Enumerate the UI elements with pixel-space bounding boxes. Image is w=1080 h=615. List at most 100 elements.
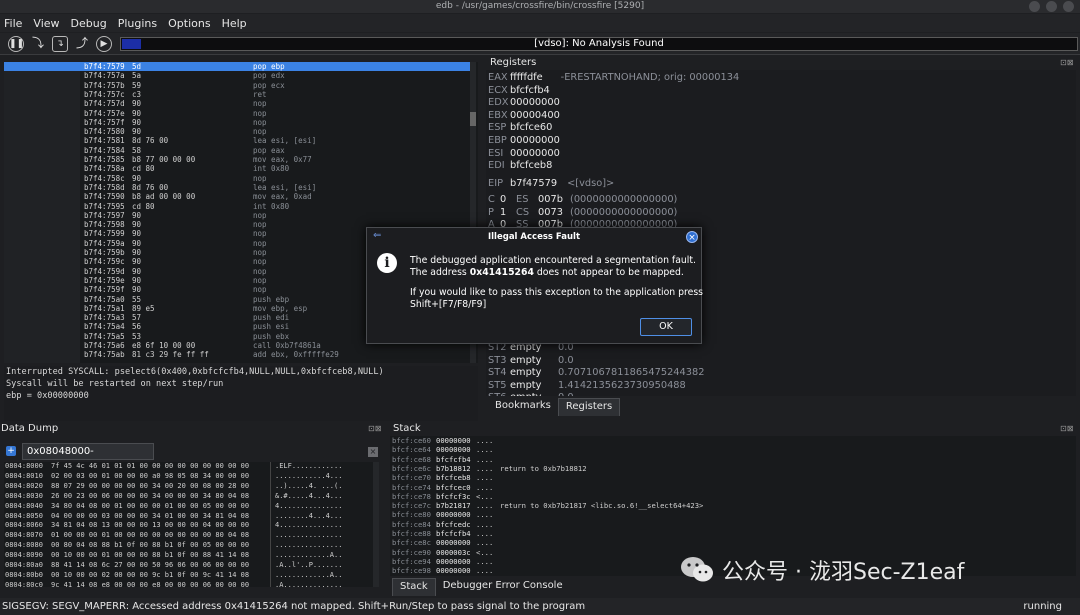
pause-icon[interactable]: ❚❚ <box>8 36 24 52</box>
stack-row[interactable]: bfcf:ce8c 00000000.... <box>392 538 1072 547</box>
disasm-instruction: push esi <box>253 322 290 332</box>
stack-row[interactable]: bfcf:ce78 bfcfcf3c <... <box>392 492 1072 501</box>
dump-row[interactable]: 0804:8030 26 00 23 00 06 00 00 00 34 00 0… <box>4 492 376 502</box>
tab-registers[interactable]: Registers <box>557 398 621 416</box>
stack-row[interactable]: bfcf:ce7c b7b21817.... return to 0xb7b2181… <box>392 501 1072 510</box>
stack-row[interactable]: bfcf:ce68 bfcfcfb4.... <box>392 455 1072 464</box>
dump-row[interactable]: 0804:8060 34 81 04 08 13 00 00 00 13 00 0… <box>4 521 376 531</box>
disasm-row[interactable]: b7f4:7590 b8 ad 00 00 00 mov eax, 0xad <box>4 192 471 201</box>
disasm-address: b7f4:757f <box>84 117 125 127</box>
register-row[interactable]: EBP 00000000 <box>488 135 578 147</box>
stack-row[interactable]: bfcf:ce60 00000000.... <box>392 436 1072 445</box>
register-row[interactable]: EDI bfcfceb8 <box>488 160 570 172</box>
close-tab-icon[interactable]: × <box>368 447 378 457</box>
disasm-row[interactable]: b7f4:758a cd 80 int 0x80 <box>4 164 471 173</box>
disasm-row[interactable]: b7f4:757d 90 nop <box>4 99 471 108</box>
register-row[interactable]: EBX 00000400 <box>488 110 578 122</box>
disasm-row[interactable]: b7f4:7597 90 nop <box>4 211 471 220</box>
register-name: EIP <box>488 178 503 189</box>
close-window-button[interactable] <box>1063 1 1074 12</box>
disasm-row[interactable]: b7f4:758c 90 nop <box>4 174 471 183</box>
disassembly-scroll-thumb[interactable] <box>470 112 476 126</box>
disasm-instruction: nop <box>253 238 267 248</box>
disasm-instruction: nop <box>253 275 267 285</box>
fpu-row[interactable]: ST3 empty 0.0 <box>488 355 574 367</box>
status-state: running <box>1023 601 1062 612</box>
menu-debug[interactable]: Debug <box>71 17 107 30</box>
menu-help[interactable]: Help <box>222 17 247 30</box>
data-dump-tab[interactable]: 0x08048000-0x08144000 <box>22 443 154 472</box>
register-row[interactable]: ECX bfcfcfb4 <box>488 85 568 97</box>
stack-row[interactable]: bfcf:ce88 bfcfcfb4.... <box>392 529 1072 538</box>
register-row[interactable]: ESP bfcfce60 <box>488 122 570 134</box>
add-tab-icon[interactable]: + <box>6 446 16 456</box>
disasm-row[interactable]: b7f4:7584 58 pop eax <box>4 146 471 155</box>
tab-debugger-error-console[interactable]: Debugger Error Console <box>436 578 570 596</box>
segment-base: (0000000000000000) <box>570 206 678 218</box>
register-row[interactable]: ESI 00000000 <box>488 148 578 160</box>
run-icon[interactable]: ▶ <box>96 36 112 52</box>
disasm-row[interactable]: b7f4:757a 5a pop edx <box>4 71 471 80</box>
dump-row[interactable]: 0804:8010 02 00 03 00 01 00 00 00 a0 98 0… <box>4 472 376 482</box>
disasm-row[interactable]: b7f4:7585 b8 77 00 00 00 mov eax, 0x77 <box>4 155 471 164</box>
stack-ascii: .... <box>476 454 494 464</box>
disasm-row[interactable]: b7f4:757e 90 nop <box>4 109 471 118</box>
fpu-row[interactable]: ST6empty0.0 <box>488 392 574 396</box>
register-row[interactable]: EAX fffffdfe -ERESTARTNOHAND; orig: 000001… <box>488 72 739 84</box>
tab-bookmarks[interactable]: Bookmarks <box>488 398 558 416</box>
register-row[interactable]: EDX 00000000 <box>488 97 578 109</box>
disasm-row[interactable]: b7f4:757f 90 nop <box>4 118 471 127</box>
flag-row[interactable]: C 0 ES 007b (0000000000000000) <box>488 194 677 206</box>
disasm-row[interactable]: b7f4:7595 cd 80 int 0x80 <box>4 202 471 211</box>
dump-row[interactable]: 0804:8070 01 00 00 00 01 00 00 00 00 00 0… <box>4 531 376 541</box>
disasm-row[interactable]: b7f4:757b 59 pop ecx <box>4 81 471 90</box>
flag-row[interactable]: P 1 CS 0073 (0000000000000000) <box>488 207 677 219</box>
dump-hex-bytes: 01 00 00 00 01 00 00 00 00 00 00 00 00 8… <box>51 531 250 540</box>
ok-button[interactable]: OK <box>640 318 692 336</box>
fpu-state: empty <box>510 354 542 366</box>
stack-row[interactable]: bfcf:ce70 bfcfceb8.... <box>392 473 1072 482</box>
disasm-row[interactable]: b7f4:75ab 81 c3 29 fe ff ff add ebx, 0xfff… <box>4 350 471 359</box>
menu-view[interactable]: View <box>33 17 59 30</box>
disasm-address: b7f4:759e <box>84 275 125 285</box>
dump-row[interactable]: 0804:8090 00 10 00 00 01 00 00 00 88 b1 0… <box>4 551 376 561</box>
dump-ascii: .............A.. <box>275 551 343 560</box>
data-dump-panel-controls[interactable]: ⊡⊠ <box>368 424 381 433</box>
dump-row[interactable]: 0804:8050 04 00 00 00 03 00 00 00 34 01 0… <box>4 512 376 522</box>
dump-row[interactable]: 0804:80b0 00 10 00 00 02 00 00 00 9c b1 0… <box>4 571 376 581</box>
step-into-icon[interactable]: ⤵ <box>30 36 46 52</box>
menu-file[interactable]: File <box>4 17 22 30</box>
dialog-close-icon[interactable]: × <box>686 231 698 243</box>
menu-options[interactable]: Options <box>168 17 210 30</box>
dump-row[interactable]: 0804:80a0 88 41 14 08 6c 27 00 00 50 96 0… <box>4 561 376 571</box>
stack-row[interactable]: bfcf:ce6c b7b18812.... return to 0xb7b1881… <box>392 464 1072 473</box>
data-dump-view[interactable]: 0804:8000 7f 45 4c 46 01 01 01 00 00 00 0… <box>4 462 376 587</box>
data-dump-scrollbar[interactable] <box>373 462 379 587</box>
disasm-row[interactable]: b7f4:758d 8d 76 00 lea esi, [esi] <box>4 183 471 192</box>
menu-plugins[interactable]: Plugins <box>118 17 157 30</box>
stack-row[interactable]: bfcf:ce74 bfcfcec0.... <box>392 483 1072 492</box>
disasm-row[interactable]: b7f4:7581 8d 76 00 lea esi, [esi] <box>4 136 471 145</box>
dump-row[interactable]: 0804:8000 7f 45 4c 46 01 01 01 00 00 00 0… <box>4 462 376 472</box>
maximize-button[interactable] <box>1046 1 1057 12</box>
disasm-row[interactable]: b7f4:7579 5d pop ebp <box>4 62 471 72</box>
fpu-row[interactable]: ST5 empty 1.4142135623730950488 <box>488 380 686 392</box>
disasm-row[interactable]: b7f4:757c c3 ret <box>4 90 471 99</box>
stack-panel-controls[interactable]: ⊡⊠ <box>1060 424 1073 433</box>
dump-row[interactable]: 0804:80c0 9c 41 14 08 e8 00 00 00 e8 00 0… <box>4 581 376 587</box>
register-row-eip[interactable]: EIP b7f47579 <[vdso]> <box>488 178 614 190</box>
registers-panel-controls[interactable]: ⊡⊠ <box>1060 58 1073 67</box>
disasm-address: b7f4:759a <box>84 238 125 248</box>
fpu-row[interactable]: ST4 empty 0.7071067811865475244382 <box>488 367 704 379</box>
tab-stack[interactable]: Stack <box>392 578 436 596</box>
step-out-icon[interactable]: ⤴ <box>74 36 90 52</box>
stack-row[interactable]: bfcf:ce84 bfcfcedc.... <box>392 520 1072 529</box>
dump-row[interactable]: 0804:8080 00 80 04 08 88 b1 0f 00 88 b1 0… <box>4 541 376 551</box>
step-over-icon[interactable]: ↴ <box>52 36 68 52</box>
disasm-row[interactable]: b7f4:7580 90 nop <box>4 127 471 136</box>
dump-row[interactable]: 0804:8040 34 80 04 08 00 01 00 00 00 01 0… <box>4 502 376 512</box>
minimize-button[interactable] <box>1029 1 1040 12</box>
dump-row[interactable]: 0804:8020 88 07 29 00 00 00 00 00 34 00 2… <box>4 482 376 492</box>
stack-row[interactable]: bfcf:ce80 00000000.... <box>392 510 1072 519</box>
stack-row[interactable]: bfcf:ce64 00000000.... <box>392 445 1072 454</box>
